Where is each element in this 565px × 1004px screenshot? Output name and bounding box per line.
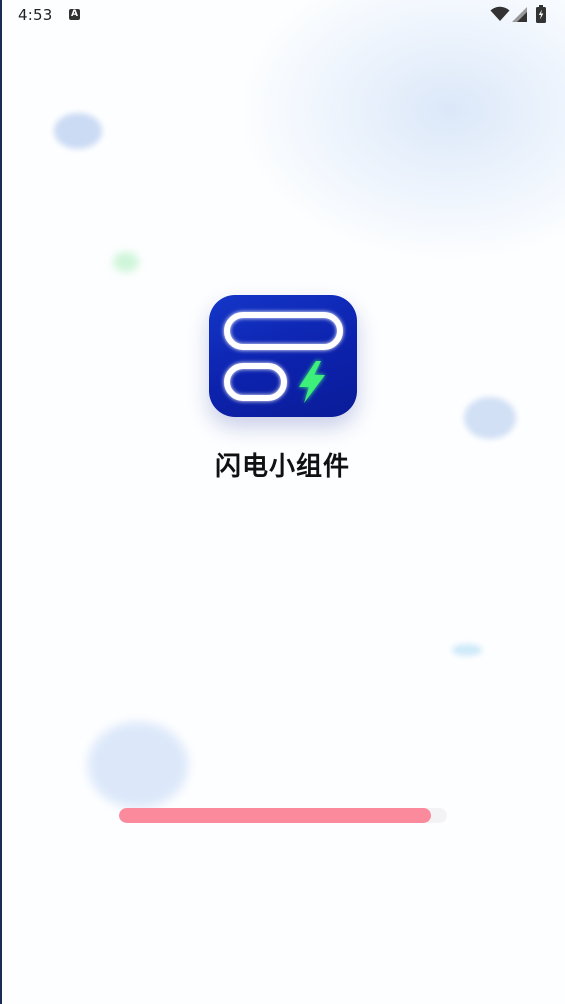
signal-icon xyxy=(512,7,527,22)
battery-icon xyxy=(536,5,546,23)
widget-lightning-icon xyxy=(209,295,357,417)
app-name: 闪电小组件 xyxy=(214,452,350,482)
loading-progress-fill xyxy=(119,808,431,823)
status-bar: 4:53 A xyxy=(0,0,565,30)
background-bubble xyxy=(452,644,482,656)
background-bubble xyxy=(54,113,102,149)
splash-screen: 4:53 A 闪电小组件 xyxy=(0,0,565,1004)
loading-progress-bar xyxy=(119,808,447,823)
wifi-icon xyxy=(490,6,510,21)
status-time: 4:53 xyxy=(18,6,53,24)
background-bubble xyxy=(464,397,516,439)
background-glow xyxy=(240,0,565,260)
background-bubble xyxy=(113,252,139,272)
background-bubble xyxy=(88,722,188,808)
a-icon: A xyxy=(69,9,80,20)
window-edge xyxy=(0,0,2,1004)
